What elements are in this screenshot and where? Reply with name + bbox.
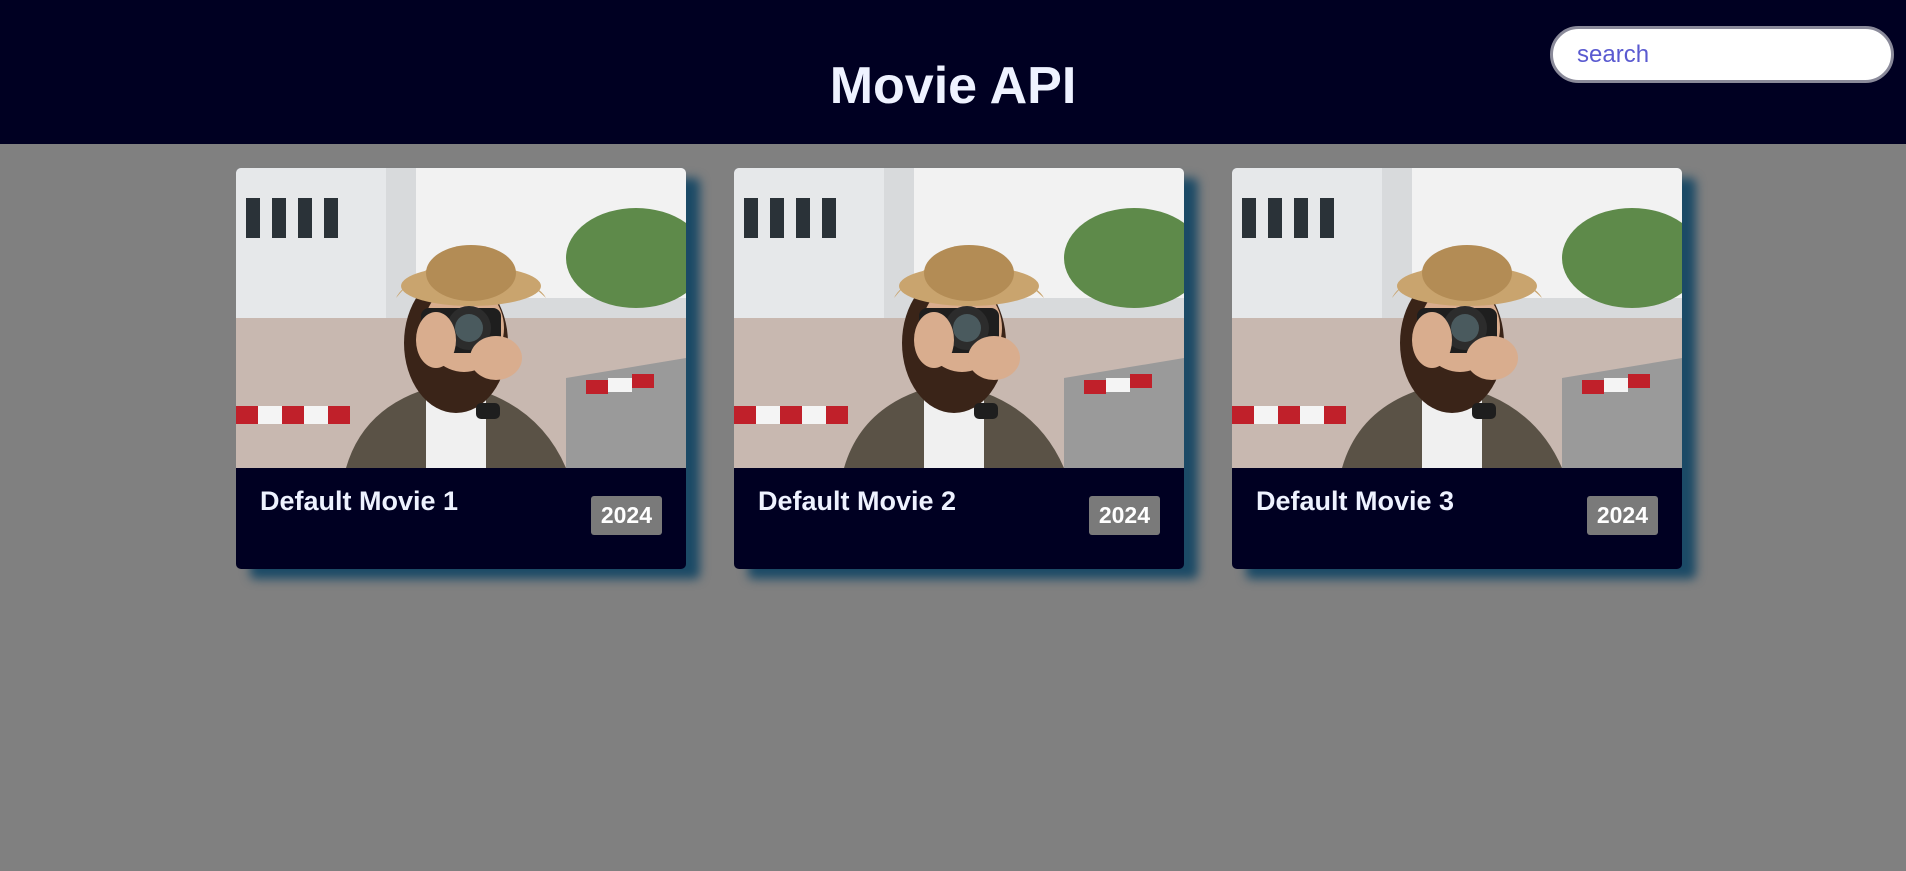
movie-info: Default Movie 1 2024	[236, 468, 686, 569]
movie-card[interactable]: Default Movie 2 2024	[734, 168, 1184, 569]
movie-info: Default Movie 3 2024	[1232, 468, 1682, 569]
movie-grid: Default Movie 1 2024 Default Movie 2 202…	[236, 168, 1682, 569]
year-badge: 2024	[1586, 496, 1658, 535]
movie-poster-image	[1232, 168, 1682, 468]
movie-card[interactable]: Default Movie 3 2024	[1232, 168, 1682, 569]
movie-poster-image	[236, 168, 686, 468]
movie-card[interactable]: Default Movie 1 2024	[236, 168, 686, 569]
year-badge: 2024	[1088, 496, 1160, 535]
movie-info: Default Movie 2 2024	[734, 468, 1184, 569]
app-header: Movie API	[0, 0, 1906, 144]
search-input[interactable]	[1550, 26, 1894, 83]
year-badge: 2024	[590, 496, 662, 535]
movie-poster-image	[734, 168, 1184, 468]
